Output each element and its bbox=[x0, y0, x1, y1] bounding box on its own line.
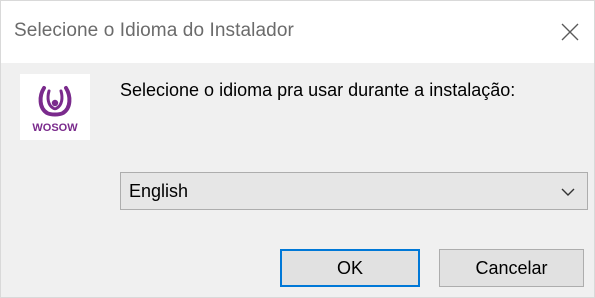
cancel-button[interactable]: Cancelar bbox=[439, 249, 584, 287]
logo-text: WOSOW bbox=[32, 122, 78, 134]
close-icon bbox=[561, 23, 579, 41]
ok-button[interactable]: OK bbox=[280, 249, 420, 287]
window-title: Selecione o Idioma do Instalador bbox=[14, 20, 294, 41]
language-select[interactable]: English bbox=[120, 172, 588, 210]
prompt-message: Selecione o idioma pra usar durante a in… bbox=[120, 80, 516, 100]
language-select-value: English bbox=[129, 181, 189, 201]
installer-language-dialog: Selecione o Idioma do Instalador WOSOW S… bbox=[0, 0, 595, 298]
chevron-down-icon bbox=[561, 188, 575, 196]
close-button[interactable] bbox=[546, 1, 594, 63]
app-logo: WOSOW bbox=[20, 74, 90, 140]
title-bar: Selecione o Idioma do Instalador bbox=[1, 1, 594, 63]
wosow-logo-icon: WOSOW bbox=[32, 86, 78, 134]
